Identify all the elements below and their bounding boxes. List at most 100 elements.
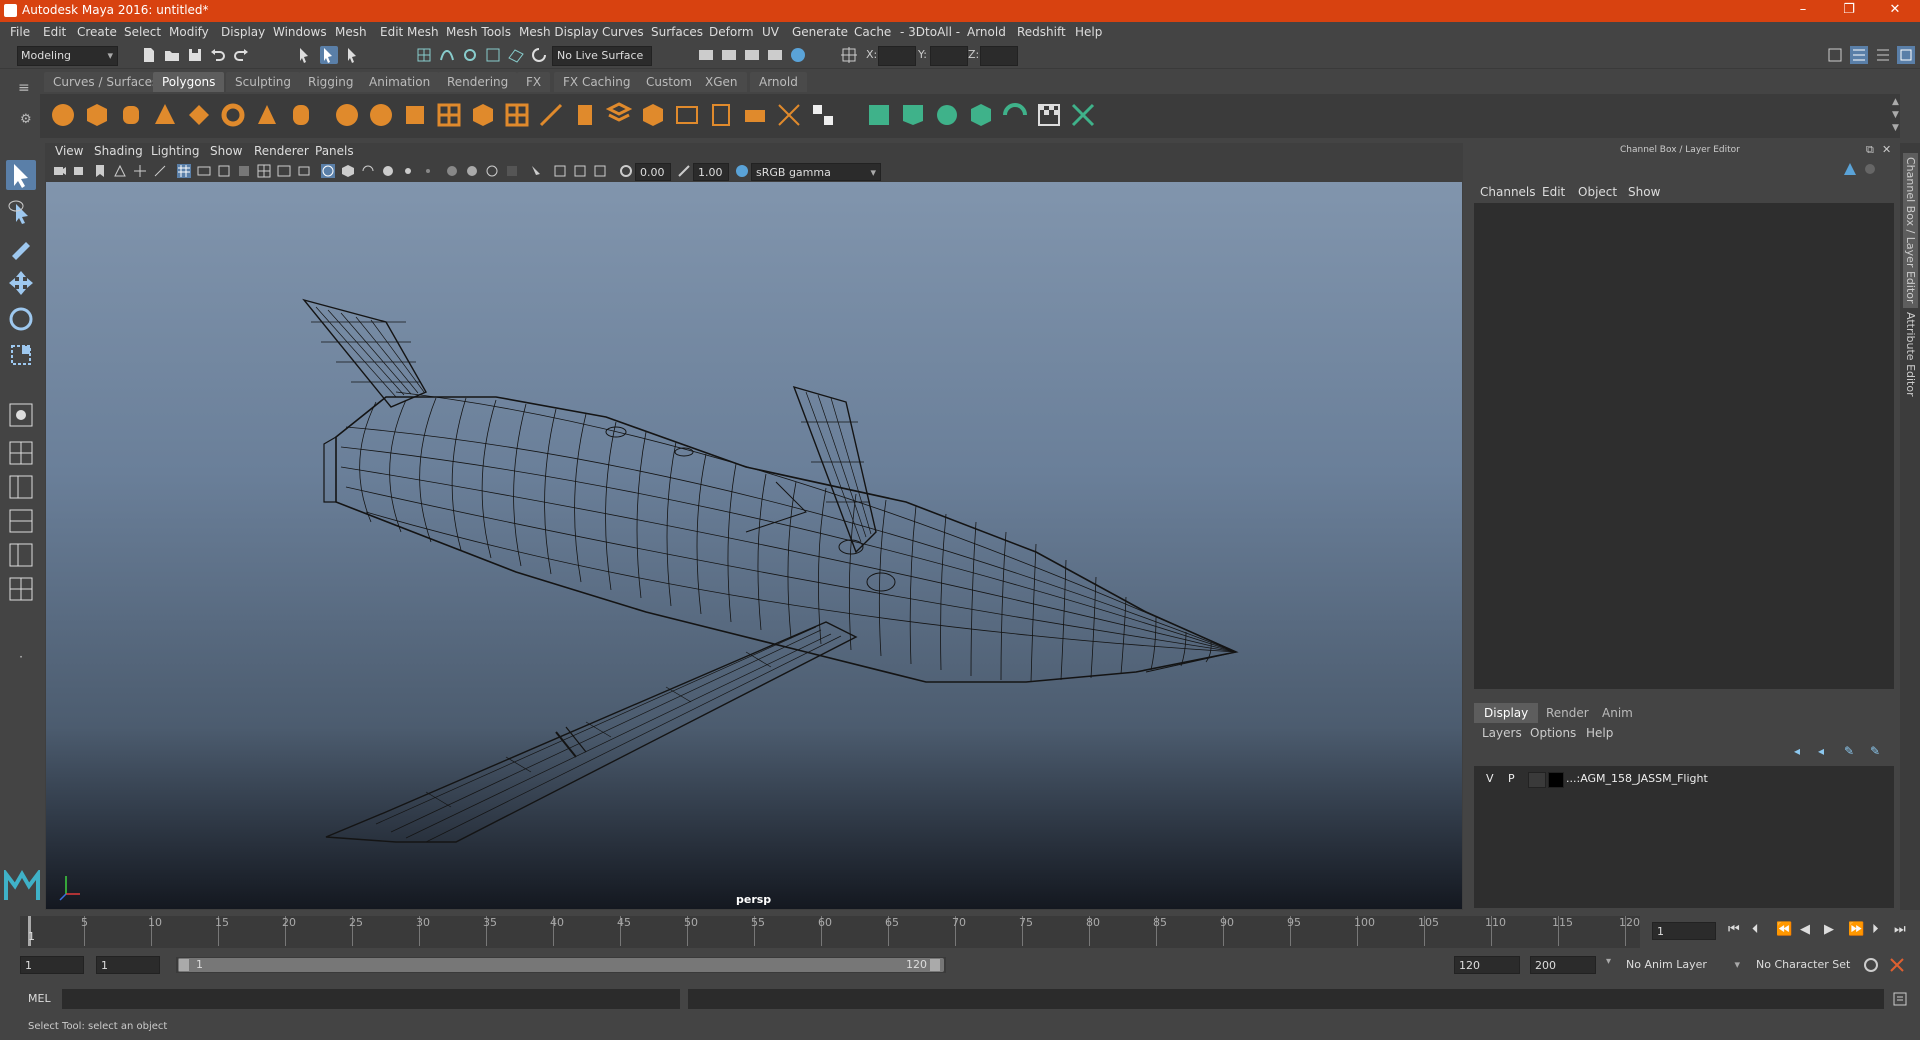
quad-draw-icon[interactable] [810,102,836,128]
channel-edit-menu[interactable]: Edit [1542,185,1565,199]
snap-curve-icon[interactable] [438,46,456,64]
move-layer-down-icon[interactable]: ◂ [1818,744,1824,758]
select-by-object-icon[interactable] [320,46,338,64]
new-empty-layer-icon[interactable]: ✎ [1844,744,1854,758]
character-set-dropdown[interactable]: No Character Set [1752,956,1872,974]
bevel-icon[interactable] [606,102,632,128]
step-back-frame-icon[interactable]: ⏴ [1752,922,1759,937]
chevron-down-icon[interactable]: ▾ [1606,956,1611,967]
channel-box-toggle-icon[interactable] [1897,46,1915,64]
menu-create[interactable]: Create [77,25,117,39]
menu-mesh-display[interactable]: Mesh Display [519,25,599,39]
menu-arnold[interactable]: Arnold [967,25,1006,39]
live-surface-icon[interactable] [530,46,548,64]
viewport-menu-lighting[interactable]: Lighting [151,144,200,158]
menu-3dtoall[interactable]: - 3DtoAll - [900,25,960,39]
redo-icon[interactable] [232,46,250,64]
layer-tab-display[interactable]: Display [1474,703,1539,723]
screen-space-ao-icon[interactable] [445,164,459,178]
scale-tool-icon[interactable] [6,340,36,370]
target-weld-icon[interactable] [776,102,802,128]
ipr-render-icon[interactable] [743,46,761,64]
poly-torus-icon[interactable] [220,102,246,128]
menu-surfaces[interactable]: Surfaces [651,25,703,39]
layer-visibility-toggle[interactable]: V [1486,772,1494,785]
mode-dropdown[interactable]: Modeling ▾ [17,46,118,66]
play-forwards-icon[interactable]: ▶ [1824,922,1834,937]
view-grid-icon[interactable] [133,164,147,178]
anim-layer-dropdown[interactable]: No Anim Layer ▾ [1622,956,1742,974]
extract-icon[interactable] [402,102,428,128]
lasso-tool-icon[interactable] [6,196,36,226]
step-forward-key-icon[interactable]: ⏩ [1848,922,1864,937]
safe-action-icon[interactable] [277,164,291,178]
shelf-tab-sculpting[interactable]: Sculpting [226,72,301,92]
viewport-menu-panels[interactable]: Panels [315,144,354,158]
step-back-key-icon[interactable]: ⏪ [1776,922,1792,937]
four-view-layout-icon[interactable] [6,438,36,468]
smooth-icon[interactable] [436,102,462,128]
close-panel-icon[interactable]: ✕ [1882,143,1891,156]
uv-unfold-icon[interactable] [1002,102,1028,128]
menu-curves[interactable]: Curves [602,25,644,39]
wireframe-model[interactable] [46,182,1462,909]
shelf-tab-xgen[interactable]: XGen [696,72,747,92]
edge-loop-icon[interactable] [674,102,700,128]
uv-checker-icon[interactable] [1036,102,1062,128]
select-camera-icon[interactable] [53,164,67,178]
layer-tab-render[interactable]: Render [1536,703,1599,723]
layer-playback-toggle[interactable]: P [1508,772,1515,785]
menu-windows[interactable]: Windows [273,25,327,39]
auto-key-icon[interactable] [1862,956,1880,974]
channel-object-menu[interactable]: Object [1578,185,1617,199]
poly-cone-icon[interactable] [152,102,178,128]
lock-camera-icon[interactable] [153,164,167,178]
render-settings-icon[interactable] [766,46,784,64]
perspective-viewport[interactable]: persp [46,182,1462,909]
menu-display[interactable]: Display [221,25,265,39]
gate-mask-icon[interactable] [237,164,251,178]
grid-toggle-icon[interactable] [177,164,191,178]
gamma-icon[interactable] [677,164,691,178]
menu-edit[interactable]: Edit [43,25,66,39]
combine-icon[interactable] [334,102,360,128]
hypershade-icon[interactable] [789,46,807,64]
shelf-menu-icon[interactable]: ≡ [18,80,34,96]
transform-constraint-icon[interactable] [840,46,858,64]
side-tab-channel-box[interactable]: Channel Box / Layer Editor [1903,153,1918,308]
shelf-tab-curves-surfaces[interactable]: Curves / Surfaces [44,72,168,92]
shelf-tab-animation[interactable]: Animation [360,72,440,92]
channel-box-toggle-icon[interactable] [1862,161,1878,177]
layer-row[interactable]: V P ...:AGM_158_JASSM_Flight [1476,770,1890,788]
snap-surface-icon[interactable] [507,46,525,64]
isolate-select-icon[interactable] [529,164,543,178]
script-editor-icon[interactable] [1892,991,1908,1007]
multi-cut-icon[interactable] [538,102,564,128]
snap-grid-icon[interactable] [415,46,433,64]
animation-preferences-icon[interactable] [1888,956,1906,974]
poly-cylinder-icon[interactable] [118,102,144,128]
command-input[interactable] [62,989,680,1009]
go-to-end-icon[interactable]: ⏭ [1894,922,1906,937]
persp-graph-layout-icon[interactable] [6,506,36,536]
open-scene-icon[interactable] [163,46,181,64]
channel-box-settings-icon[interactable] [1842,161,1858,177]
menu-mesh[interactable]: Mesh [335,25,367,39]
playback-end-field[interactable]: 120 [1454,956,1520,974]
rotate-tool-icon[interactable] [6,304,36,334]
xray-joints-icon[interactable] [573,164,587,178]
channel-show-menu[interactable]: Show [1628,185,1660,199]
paint-select-tool-icon[interactable] [6,232,36,262]
mirror-icon[interactable] [742,102,768,128]
menu-select[interactable]: Select [124,25,161,39]
start-time-field[interactable]: 1 [20,956,84,974]
layer-help-menu[interactable]: Help [1586,726,1613,740]
extrude-icon[interactable] [572,102,598,128]
shelf-tab-rigging[interactable]: Rigging [299,72,363,92]
minimize-button[interactable]: – [1780,0,1826,22]
new-scene-icon[interactable] [140,46,158,64]
range-end-grip[interactable] [930,959,940,971]
textured-icon[interactable] [381,164,395,178]
smooth-shade-icon[interactable] [341,164,355,178]
menu-help[interactable]: Help [1075,25,1102,39]
